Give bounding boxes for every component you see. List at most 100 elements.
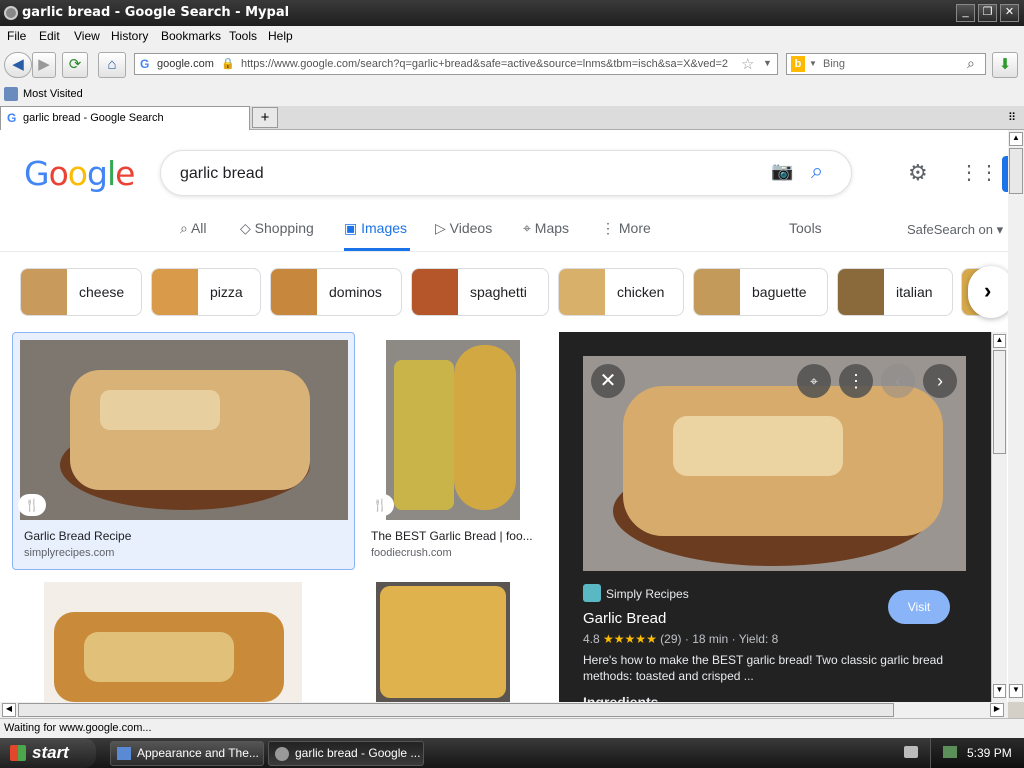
tab-more[interactable]: ⋮ More [601, 220, 651, 237]
folder-icon [4, 87, 18, 101]
tab-images[interactable]: ▣ Images [344, 220, 410, 251]
chip-thumbnail [21, 269, 67, 315]
next-image-button[interactable]: › [923, 364, 957, 398]
apps-grid-icon[interactable]: ⋮⋮ [959, 160, 999, 185]
search-icon[interactable]: ⌕ [811, 158, 823, 184]
scroll-thumb[interactable] [18, 703, 894, 717]
vertical-scrollbar[interactable]: ▲ ▼ [1008, 130, 1024, 702]
menu-edit[interactable]: Edit [39, 29, 60, 43]
taskbar-item-appearance[interactable]: Appearance and The... [110, 741, 264, 766]
results-scrollbar[interactable]: ▲ ▼ [991, 332, 1007, 702]
maximize-button[interactable]: ❐ [978, 4, 997, 22]
taskbar-item-browser[interactable]: garlic bread - Google ... [268, 741, 424, 766]
recipe-fork-icon: 🍴 [366, 494, 394, 516]
lens-search-button[interactable]: ⌖ [797, 364, 831, 398]
web-search-box[interactable]: b ▼ Bing ⌕ [786, 53, 986, 75]
bookmark-star-icon[interactable]: ☆ [741, 55, 754, 73]
horizontal-scrollbar[interactable]: ◀ ▶ [0, 702, 1008, 718]
tab-maps[interactable]: ⌖ Maps [523, 220, 569, 237]
chip-pizza[interactable]: pizza [151, 268, 261, 316]
result-card[interactable] [346, 582, 540, 702]
url-dropdown-icon[interactable]: ▼ [763, 58, 772, 68]
tab-shopping[interactable]: ◇ Shopping [240, 220, 314, 237]
menu-view[interactable]: View [74, 29, 100, 43]
chip-dominos[interactable]: dominos [270, 268, 402, 316]
back-button[interactable]: ◀ [4, 52, 32, 78]
menu-file[interactable]: File [7, 29, 26, 43]
chip-thumbnail [838, 269, 884, 315]
clock[interactable]: 5:39 PM [967, 746, 1012, 760]
settings-gear-icon[interactable]: ⚙ [908, 160, 928, 186]
chip-cheese[interactable]: cheese [20, 268, 142, 316]
recipe-fork-icon: 🍴 [18, 494, 46, 516]
keyboard-icon[interactable] [904, 746, 918, 758]
close-preview-button[interactable]: ✕ [591, 364, 625, 398]
status-text: Waiting for www.google.com... [4, 722, 152, 734]
scroll-thumb[interactable] [1009, 148, 1023, 194]
home-button[interactable]: ⌂ [98, 52, 126, 78]
scroll-down-arrow-icon[interactable]: ▼ [1009, 684, 1023, 698]
tools-button[interactable]: Tools [789, 220, 822, 236]
url-bar[interactable]: G google.com 🔒 https://www.google.com/se… [134, 53, 778, 75]
search-go-icon[interactable]: ⌕ [967, 55, 975, 72]
scroll-down-arrow-icon[interactable]: ▼ [993, 684, 1006, 698]
site-badge: google.com [157, 58, 214, 70]
scroll-left-arrow-icon[interactable]: ◀ [2, 703, 16, 717]
safesearch-toggle[interactable]: SafeSearch on ▾ [907, 222, 1003, 238]
reload-button[interactable]: ⟳ [62, 52, 88, 78]
previous-image-button[interactable]: ‹ [881, 364, 915, 398]
chip-chicken[interactable]: chicken [558, 268, 684, 316]
menu-history[interactable]: History [111, 29, 148, 43]
tab-all[interactable]: ⌕ All [180, 220, 207, 237]
window-title: garlic bread - Google Search - Mypal [22, 5, 290, 20]
result-card[interactable]: 🍴 The BEST Garlic Bread | foo... foodiec… [364, 332, 544, 570]
forward-button[interactable]: ▶ [32, 52, 56, 78]
camera-icon[interactable]: 📷 [771, 161, 793, 182]
chips-next-button[interactable]: › [968, 266, 1008, 318]
close-button[interactable]: ✕ [1000, 4, 1019, 22]
panel-source[interactable]: Simply Recipes [606, 587, 689, 601]
chip-thumbnail [412, 269, 458, 315]
menu-tools[interactable]: Tools [229, 29, 257, 43]
visit-button[interactable]: Visit [888, 590, 950, 624]
menu-help[interactable]: Help [268, 29, 293, 43]
new-tab-button[interactable]: + [252, 107, 278, 128]
bread-slices [394, 360, 454, 510]
result-title[interactable]: Garlic Bread Recipe [24, 529, 344, 543]
result-card[interactable] [20, 582, 326, 702]
panel-meta: 4.8 ★★★★★ (29) · 18 min · Yield: 8 [583, 632, 778, 646]
result-image[interactable] [20, 340, 348, 520]
scroll-up-arrow-icon[interactable]: ▲ [993, 334, 1006, 348]
scroll-right-arrow-icon[interactable]: ▶ [990, 703, 1004, 717]
google-search-bar[interactable]: garlic bread 📷 ⌕ [160, 150, 852, 196]
chip-baguette[interactable]: baguette [693, 268, 828, 316]
start-button[interactable]: start [0, 738, 96, 768]
result-image[interactable] [376, 582, 510, 702]
rating-value: 4.8 [583, 632, 600, 646]
result-title[interactable]: The BEST Garlic Bread | foo... [371, 529, 539, 543]
chip-italian[interactable]: italian [837, 268, 953, 316]
google-logo[interactable]: Google [24, 154, 135, 193]
menu-bookmarks[interactable]: Bookmarks [161, 29, 221, 43]
more-options-button[interactable]: ⋮ [839, 364, 873, 398]
tab-videos[interactable]: ▷ Videos [435, 220, 492, 237]
scroll-thumb[interactable] [993, 350, 1006, 454]
network-icon[interactable] [943, 746, 957, 758]
tabs-divider [0, 251, 1008, 252]
bookmark-most-visited[interactable]: Most Visited [23, 88, 83, 100]
result-image[interactable] [386, 340, 520, 520]
minimize-button[interactable]: _ [956, 4, 975, 22]
tab-list-icon[interactable]: ⠿ [1008, 111, 1016, 124]
tab-bar: G garlic bread - Google Search + ⠿ [0, 106, 1024, 130]
result-image[interactable] [44, 582, 302, 702]
download-button[interactable]: ⬇ [992, 52, 1018, 78]
panel-title[interactable]: Garlic Bread [583, 610, 666, 627]
window-title-bar[interactable]: garlic bread - Google Search - Mypal _ ❐… [0, 0, 1024, 26]
engine-dropdown-icon[interactable]: ▼ [809, 59, 817, 68]
scroll-up-arrow-icon[interactable]: ▲ [1009, 132, 1023, 146]
result-card-selected[interactable]: 🍴 Garlic Bread Recipe simplyrecipes.com [12, 332, 355, 570]
chip-spaghetti[interactable]: spaghetti [411, 268, 549, 316]
tab-active[interactable]: G garlic bread - Google Search [0, 106, 250, 130]
chip-thumbnail [694, 269, 740, 315]
search-query-input[interactable]: garlic bread [180, 165, 264, 183]
